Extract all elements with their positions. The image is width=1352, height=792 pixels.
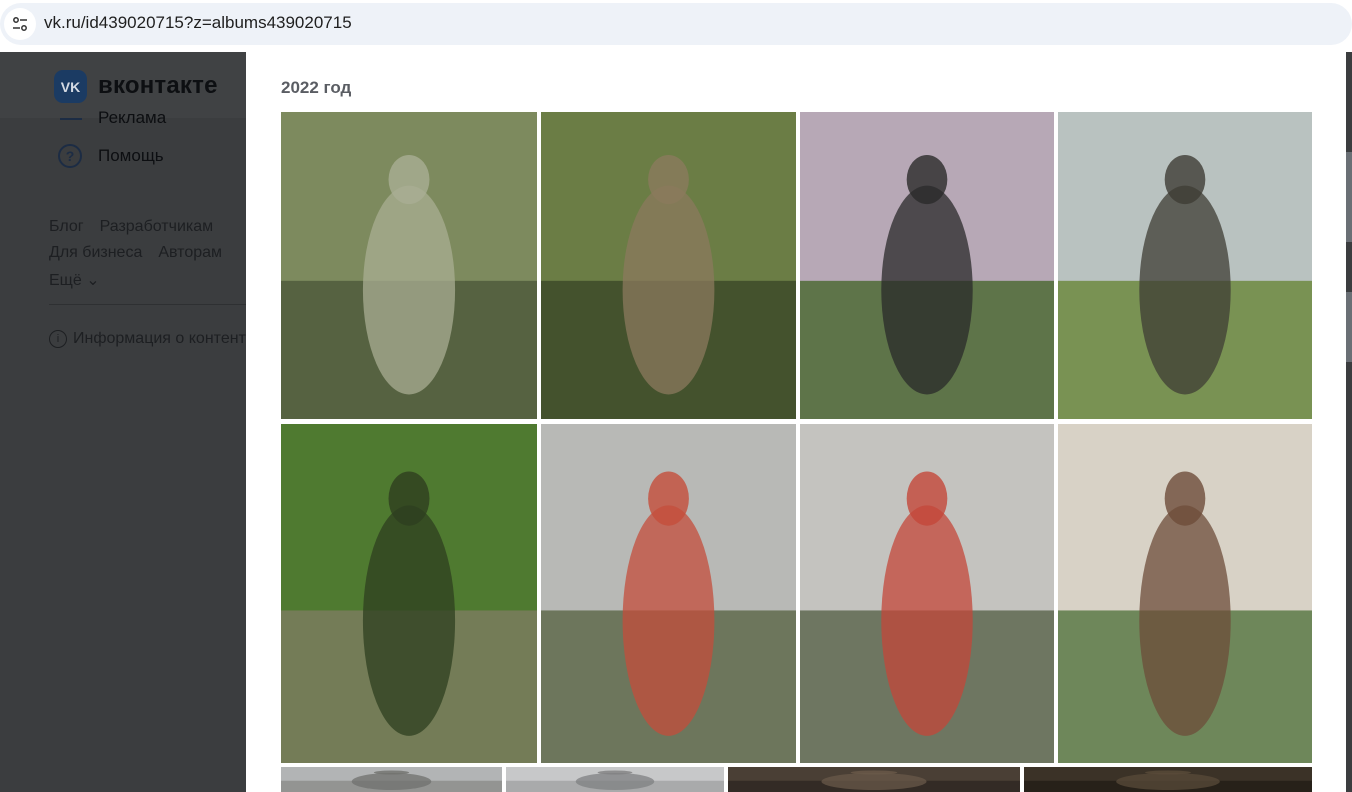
photo-machine-gun-prone[interactable] [541, 112, 796, 419]
info-icon: i [49, 330, 67, 348]
sidebar-item-label: Помощь [98, 146, 164, 165]
content-info-label: Информация о контенте [73, 330, 255, 347]
vk-wordmark[interactable]: вконтакте [98, 72, 218, 100]
photo-soldier-rifle-bushes[interactable] [281, 424, 537, 763]
photo-image [281, 424, 537, 763]
album-modal: 2022 год [246, 52, 1346, 792]
album-title: 2022 год [281, 78, 352, 97]
photo-image [728, 767, 1020, 792]
photo-machine-gun-field[interactable] [800, 112, 1054, 419]
photo-soldier-with-pkm[interactable] [1058, 112, 1312, 419]
photo-row3-2[interactable] [506, 767, 724, 792]
photo-drawing-soldier[interactable] [1058, 424, 1312, 763]
photo-kneeling-memorial[interactable] [800, 424, 1054, 763]
photo-image [281, 767, 502, 792]
more-label: Ещё [49, 272, 82, 289]
footer-link-blog[interactable]: Блог [49, 218, 84, 236]
photo-row3-1[interactable] [281, 767, 502, 792]
footer-links: Блог Разработчикам Для бизнеса Авторам Е… [49, 218, 222, 298]
background-right-edge [1346, 52, 1352, 792]
footer-link-developers[interactable]: Разработчикам [100, 218, 214, 236]
chevron-down-icon: ⌄ [86, 272, 100, 289]
footer-link-business[interactable]: Для бизнеса [49, 244, 142, 262]
photo-image [1058, 112, 1312, 419]
photo-row3-3[interactable] [728, 767, 1020, 792]
footer-more-link[interactable]: Ещё ⌄ [49, 270, 100, 290]
photo-image [800, 112, 1054, 419]
vk-logo-icon[interactable]: VK [54, 70, 87, 103]
sidebar-item-help[interactable]: ? Помощь [58, 144, 164, 168]
photo-soldier-on-apc[interactable] [281, 112, 537, 419]
ads-icon [60, 110, 82, 120]
photo-image [1058, 424, 1312, 763]
photo-image [506, 767, 724, 792]
divider [49, 304, 246, 305]
sidebar-item-ads[interactable]: Реклама [98, 108, 166, 128]
photo-image [541, 112, 796, 419]
photo-soldier-memorial[interactable] [541, 424, 796, 763]
photo-image [1024, 767, 1312, 792]
content-info-link[interactable]: i Информация о контенте [49, 330, 255, 348]
photo-image [800, 424, 1054, 763]
photo-image [281, 112, 537, 419]
site-settings-icon[interactable] [4, 8, 36, 40]
footer-link-authors[interactable]: Авторам [158, 244, 222, 262]
photo-row3-4[interactable] [1024, 767, 1312, 792]
help-icon: ? [58, 144, 82, 168]
url-text[interactable]: vk.ru/id439020715?z=albums439020715 [44, 13, 352, 33]
photo-image [541, 424, 796, 763]
browser-address-bar: vk.ru/id439020715?z=albums439020715 [0, 0, 1352, 48]
